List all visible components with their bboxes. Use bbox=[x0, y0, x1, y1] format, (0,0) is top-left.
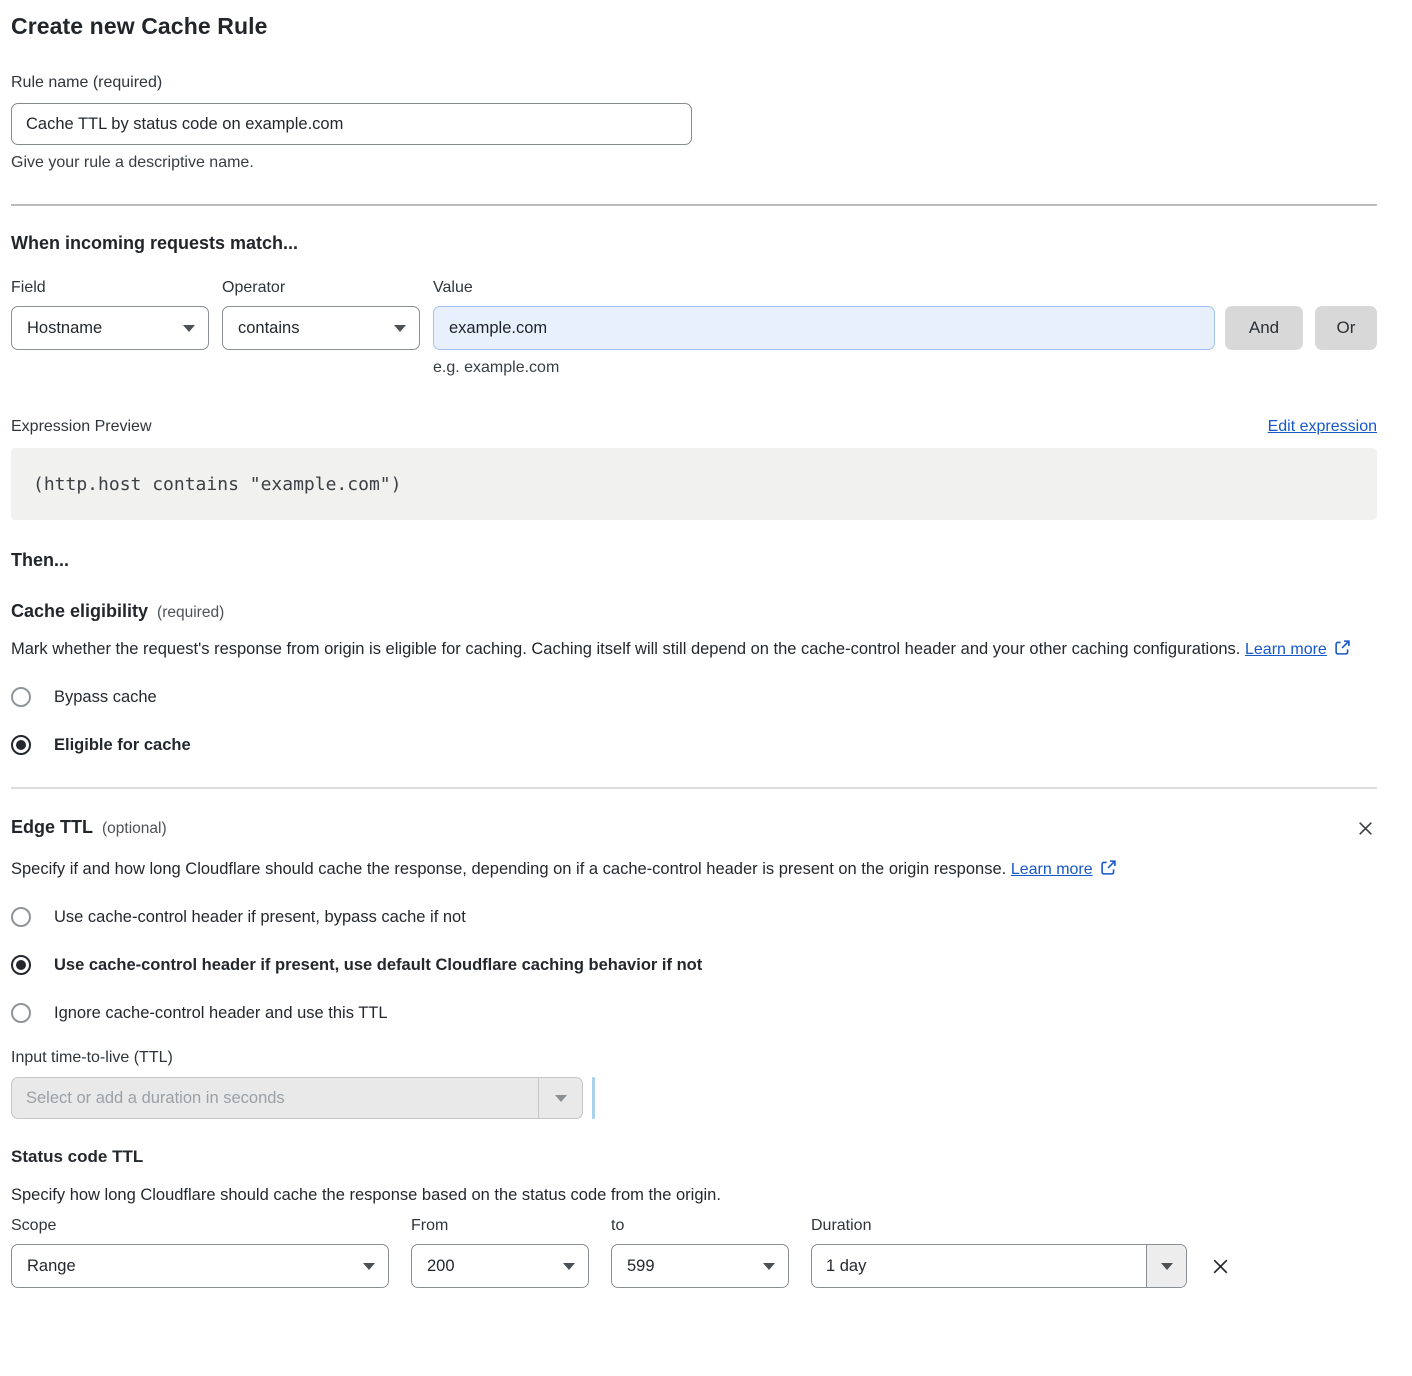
scope-label: Scope bbox=[11, 1217, 389, 1235]
rule-name-label: Rule name (required) bbox=[11, 74, 1377, 92]
cache-eligibility-required-badge: (required) bbox=[157, 604, 224, 622]
radio-bypass-cache[interactable]: Bypass cache bbox=[11, 687, 1377, 707]
radio-label: Eligible for cache bbox=[54, 736, 191, 755]
ttl-duration-placeholder: Select or add a duration in seconds bbox=[12, 1078, 538, 1118]
section-divider bbox=[11, 787, 1377, 789]
external-link-icon bbox=[1100, 857, 1117, 885]
chevron-down-icon bbox=[763, 1263, 775, 1270]
ttl-input-label: Input time-to-live (TTL) bbox=[11, 1049, 1377, 1067]
scope-select-value: Range bbox=[27, 1257, 76, 1276]
edge-ttl-optional-badge: (optional) bbox=[102, 820, 167, 838]
cache-eligibility-heading-row: Cache eligibility (required) bbox=[11, 601, 1377, 622]
to-select[interactable]: 599 bbox=[611, 1244, 789, 1288]
create-cache-rule-form: Create new Cache Rule Rule name (require… bbox=[11, 0, 1377, 1288]
match-controls-row: Hostname contains And Or bbox=[11, 306, 1377, 350]
to-label: to bbox=[611, 1217, 789, 1235]
edge-ttl-description-text: Specify if and how long Cloudflare shoul… bbox=[11, 860, 1006, 878]
chevron-down-icon bbox=[538, 1078, 582, 1118]
close-icon[interactable] bbox=[1354, 817, 1377, 845]
edge-ttl-header: Edge TTL (optional) bbox=[11, 817, 1377, 845]
cache-eligibility-heading: Cache eligibility bbox=[11, 601, 148, 622]
and-button[interactable]: And bbox=[1225, 306, 1303, 350]
value-label: Value bbox=[433, 279, 1215, 297]
edge-ttl-learn-more-link[interactable]: Learn more bbox=[1011, 861, 1093, 878]
radio-label: Use cache-control header if present, byp… bbox=[54, 908, 466, 927]
from-select[interactable]: 200 bbox=[411, 1244, 589, 1288]
radio-button-icon bbox=[11, 907, 31, 927]
status-code-ttl-heading: Status code TTL bbox=[11, 1147, 1377, 1167]
radio-button-selected-icon bbox=[11, 735, 31, 755]
radio-label: Use cache-control header if present, use… bbox=[54, 956, 702, 975]
operator-select[interactable]: contains bbox=[222, 306, 420, 350]
duration-select[interactable]: 1 day bbox=[811, 1244, 1187, 1288]
radio-button-selected-icon bbox=[11, 955, 31, 975]
chevron-down-icon bbox=[1146, 1245, 1186, 1287]
value-hint: e.g. example.com bbox=[433, 359, 1377, 377]
from-label: From bbox=[411, 1217, 589, 1235]
to-select-value: 599 bbox=[627, 1257, 655, 1276]
chevron-down-icon bbox=[363, 1263, 375, 1270]
radio-use-header-bypass[interactable]: Use cache-control header if present, byp… bbox=[11, 907, 1377, 927]
status-code-controls-row: Range 200 599 1 day bbox=[11, 1244, 1377, 1288]
page-title: Create new Cache Rule bbox=[11, 13, 1377, 40]
radio-label: Bypass cache bbox=[54, 688, 157, 707]
field-label: Field bbox=[11, 279, 209, 297]
field-select[interactable]: Hostname bbox=[11, 306, 209, 350]
operator-label: Operator bbox=[222, 279, 420, 297]
duration-label: Duration bbox=[811, 1217, 1187, 1235]
radio-button-icon bbox=[11, 1003, 31, 1023]
cache-eligibility-learn-more-link[interactable]: Learn more bbox=[1245, 641, 1327, 658]
status-code-ttl-description: Specify how long Cloudflare should cache… bbox=[11, 1181, 1351, 1209]
from-select-value: 200 bbox=[427, 1257, 455, 1276]
operator-select-value: contains bbox=[238, 319, 299, 338]
ttl-input-row: Select or add a duration in seconds bbox=[11, 1077, 1377, 1119]
expression-header: Expression Preview Edit expression bbox=[11, 418, 1377, 436]
rule-name-input[interactable] bbox=[11, 103, 692, 145]
match-heading: When incoming requests match... bbox=[11, 233, 1377, 254]
delete-row-icon[interactable] bbox=[1210, 1256, 1231, 1277]
edge-ttl-heading: Edge TTL bbox=[11, 817, 93, 838]
scope-select[interactable]: Range bbox=[11, 1244, 389, 1288]
field-select-value: Hostname bbox=[27, 319, 102, 338]
chevron-down-icon bbox=[394, 325, 406, 332]
cache-eligibility-options: Bypass cache Eligible for cache bbox=[11, 687, 1377, 755]
cache-eligibility-description: Mark whether the request's response from… bbox=[11, 635, 1351, 665]
radio-label: Ignore cache-control header and use this… bbox=[54, 1004, 388, 1023]
radio-eligible-for-cache[interactable]: Eligible for cache bbox=[11, 735, 1377, 755]
cache-eligibility-description-text: Mark whether the request's response from… bbox=[11, 640, 1240, 658]
expression-preview-label: Expression Preview bbox=[11, 418, 152, 436]
chevron-down-icon bbox=[563, 1263, 575, 1270]
external-link-icon bbox=[1334, 637, 1351, 665]
radio-button-icon bbox=[11, 687, 31, 707]
radio-use-header-default[interactable]: Use cache-control header if present, use… bbox=[11, 955, 1377, 975]
radio-ignore-header[interactable]: Ignore cache-control header and use this… bbox=[11, 1003, 1377, 1023]
focus-indicator-bar bbox=[592, 1077, 595, 1119]
edge-ttl-heading-row: Edge TTL (optional) bbox=[11, 817, 167, 838]
ttl-duration-select[interactable]: Select or add a duration in seconds bbox=[11, 1077, 583, 1119]
value-input[interactable] bbox=[433, 306, 1215, 350]
section-divider bbox=[11, 204, 1377, 206]
edit-expression-link[interactable]: Edit expression bbox=[1268, 418, 1377, 436]
status-code-column-labels: Scope From to Duration bbox=[11, 1217, 1377, 1235]
match-column-labels: Field Operator Value bbox=[11, 279, 1377, 297]
expression-code: (http.host contains "example.com") bbox=[11, 448, 1377, 520]
then-heading: Then... bbox=[11, 550, 1377, 571]
edge-ttl-description: Specify if and how long Cloudflare shoul… bbox=[11, 855, 1351, 885]
or-button[interactable]: Or bbox=[1315, 306, 1377, 350]
chevron-down-icon bbox=[183, 325, 195, 332]
duration-select-value: 1 day bbox=[812, 1245, 1146, 1287]
edge-ttl-options: Use cache-control header if present, byp… bbox=[11, 907, 1377, 1023]
rule-name-help: Give your rule a descriptive name. bbox=[11, 154, 1377, 172]
